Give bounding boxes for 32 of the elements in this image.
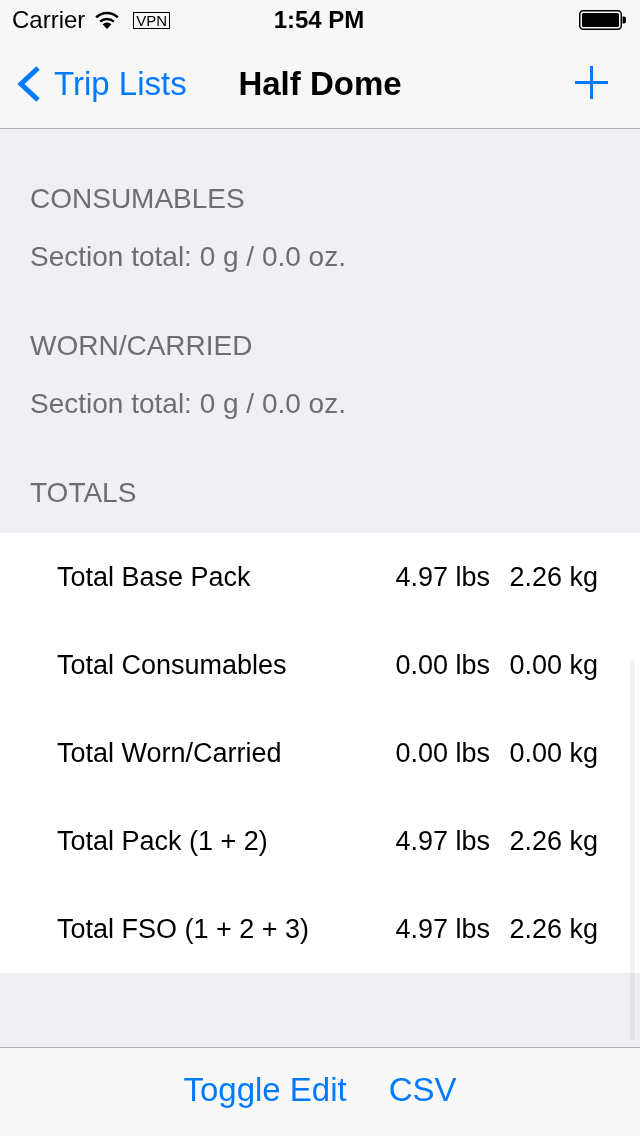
add-button[interactable] [575,65,608,99]
battery-icon [579,10,626,30]
total-label: Total FSO (1 + 2 + 3) [57,913,311,945]
section-total: Section total: 0 g / 0.0 oz. [29,241,347,273]
kilograms-value: 0.00 kg [508,737,598,769]
pounds-value: 4.97 lbs [394,561,490,593]
total-label: Total Pack (1 + 2) [57,825,269,857]
toolbar-button[interactable]: CSV [388,1070,457,1110]
total-label: Total Worn/Carried [57,737,283,769]
section-header: TOTALS [29,477,138,509]
section-header: WORN/CARRIED [29,330,254,362]
total-label: Total Base Pack [57,561,252,593]
total-label: Total Consumables [57,649,288,681]
pounds-value: 4.97 lbs [394,913,490,945]
kilograms-value: 2.26 kg [508,561,598,593]
navigation-title: Half Dome [238,64,402,104]
back-button[interactable]: Trip Lists [0,64,187,104]
section-total: Section total: 0 g / 0.0 oz. [29,388,347,420]
wifi-icon [95,11,120,29]
kilograms-value: 2.26 kg [508,913,598,945]
plus-icon [575,65,608,99]
kilograms-value: 2.26 kg [508,825,598,857]
pounds-value: 0.00 lbs [394,649,490,681]
section-header: CONSUMABLES [29,183,246,215]
carrier-name: Carrier [12,6,86,34]
kilograms-value: 0.00 kg [508,649,598,681]
pounds-value: 0.00 lbs [394,737,490,769]
status-time: 1:54 PM [273,6,365,34]
toolbar-button[interactable]: Toggle Edit [183,1070,347,1110]
pounds-value: 4.97 lbs [394,825,490,857]
chevron-left-icon [16,66,41,102]
vpn-indicator: VPN [133,11,171,29]
